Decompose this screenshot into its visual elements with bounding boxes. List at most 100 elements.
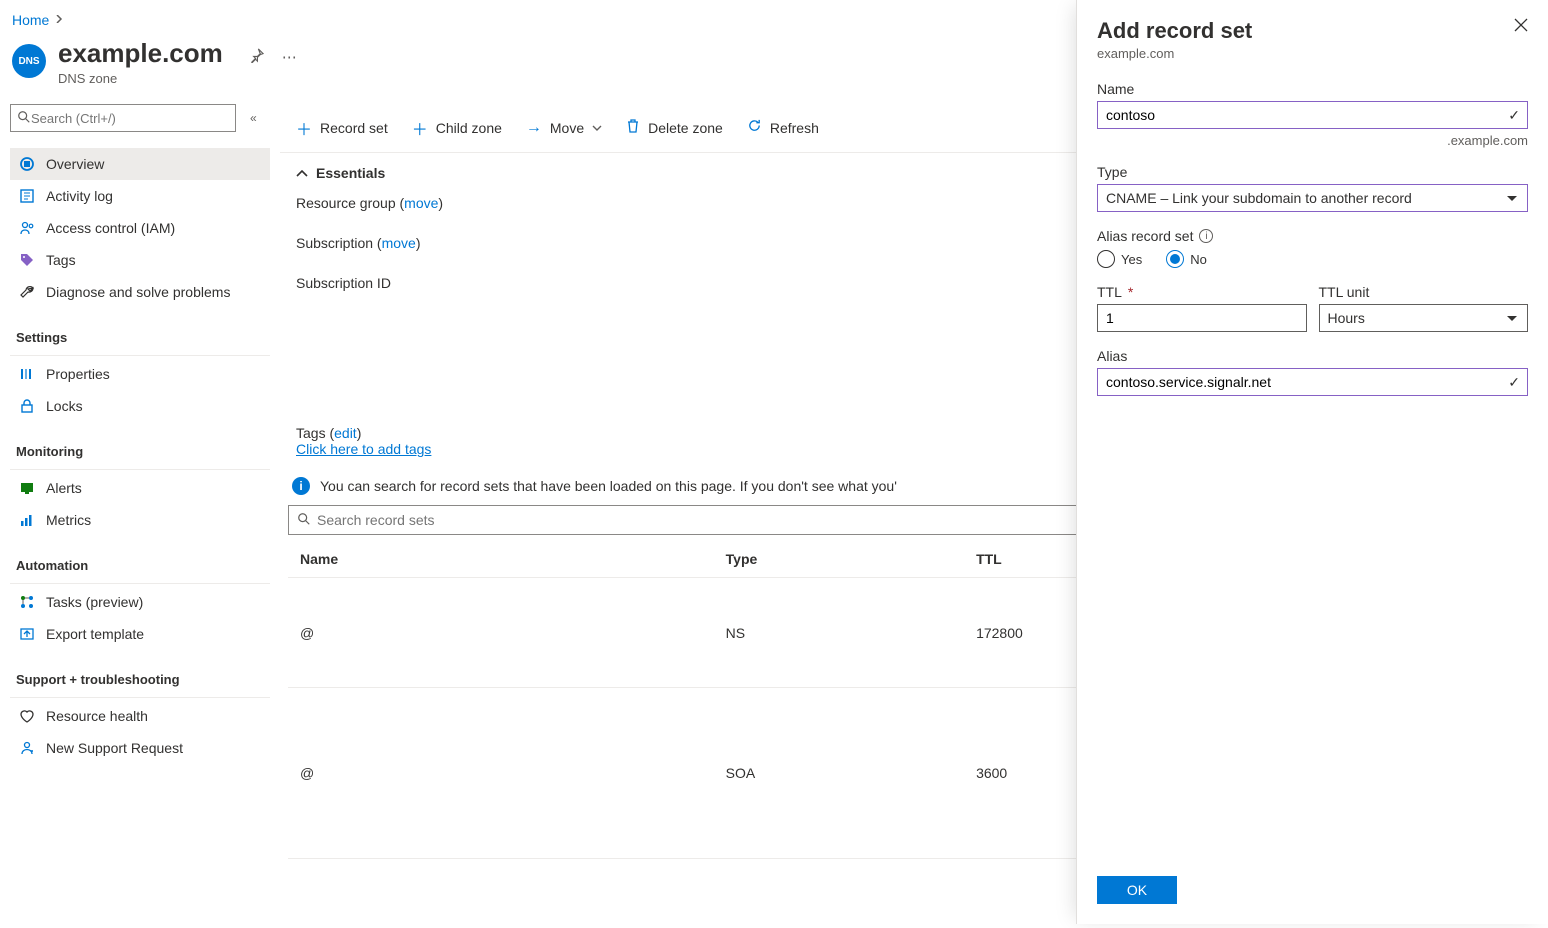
alias-label: Alias [1097, 348, 1528, 364]
delete-zone-button[interactable]: Delete zone [626, 118, 723, 139]
sidebar-item-health[interactable]: Resource health [10, 700, 270, 732]
ttl-unit-value: Hours [1328, 310, 1365, 326]
ttl-unit-label: TTL unit [1319, 284, 1529, 300]
refresh-label: Refresh [770, 120, 819, 136]
subscription-move-link[interactable]: move [382, 235, 416, 251]
overview-icon [18, 156, 36, 172]
ttl-label: TTL* [1097, 284, 1307, 300]
cell-name: @ [288, 688, 714, 859]
sidebar-item-label: New Support Request [46, 740, 183, 756]
sidebar-item-label: Overview [46, 156, 104, 172]
sidebar-item-tags[interactable]: Tags [10, 244, 270, 276]
resource-group-move-link[interactable]: move [404, 195, 438, 211]
sidebar-item-label: Locks [46, 398, 83, 414]
check-icon: ✓ [1508, 107, 1520, 124]
yes-label: Yes [1121, 252, 1142, 267]
collapse-sidebar-icon[interactable]: « [250, 111, 257, 125]
nav-section-title: Automation [10, 552, 270, 579]
plus-icon: ＋ [296, 116, 312, 140]
plus-icon: ＋ [412, 116, 428, 140]
export-icon [18, 626, 36, 642]
alias-yes-radio[interactable]: Yes [1097, 250, 1142, 268]
delete-zone-label: Delete zone [648, 120, 723, 136]
sidebar-item-label: Tasks (preview) [46, 594, 143, 610]
col-type[interactable]: Type [714, 541, 964, 578]
alias-no-radio[interactable]: No [1166, 250, 1207, 268]
move-icon: → [526, 119, 542, 137]
sidebar-item-label: Export template [46, 626, 144, 642]
ttl-unit-select[interactable]: Hours [1319, 304, 1529, 332]
type-value: CNAME – Link your subdomain to another r… [1106, 190, 1412, 206]
help-icon[interactable]: i [1199, 229, 1213, 243]
check-icon: ✓ [1508, 374, 1520, 391]
nav-section-title: Support + troubleshooting [10, 666, 270, 693]
sidebar-item-export[interactable]: Export template [10, 618, 270, 650]
sidebar-item-tasks[interactable]: Tasks (preview) [10, 586, 270, 618]
col-name[interactable]: Name [288, 541, 714, 578]
ok-button[interactable]: OK [1097, 876, 1177, 904]
sidebar-search[interactable] [10, 104, 236, 132]
sidebar-item-iam[interactable]: Access control (IAM) [10, 212, 270, 244]
essentials-heading: Essentials [316, 165, 385, 181]
record-set-button[interactable]: ＋ Record set [296, 116, 388, 140]
sidebar-item-label: Activity log [46, 188, 113, 204]
sidebar-item-alerts[interactable]: Alerts [10, 472, 270, 504]
search-icon [17, 110, 31, 127]
search-icon [297, 512, 311, 529]
more-icon[interactable]: ⋯ [282, 48, 297, 67]
ttl-input[interactable] [1097, 304, 1307, 332]
sidebar-item-label: Metrics [46, 512, 91, 528]
sidebar-item-overview[interactable]: Overview [10, 148, 270, 180]
name-label: Name [1097, 81, 1528, 97]
type-select[interactable]: CNAME – Link your subdomain to another r… [1097, 184, 1528, 212]
breadcrumb-home[interactable]: Home [12, 12, 49, 28]
page-subtitle: DNS zone [58, 71, 223, 86]
name-input[interactable] [1097, 101, 1528, 129]
no-label: No [1190, 252, 1207, 267]
support-icon [18, 740, 36, 756]
locks-icon [18, 398, 36, 414]
sidebar-item-label: Alerts [46, 480, 82, 496]
sidebar-item-label: Resource health [46, 708, 148, 724]
sidebar-item-activity[interactable]: Activity log [10, 180, 270, 212]
sidebar-search-input[interactable] [31, 111, 229, 126]
sidebar-item-label: Access control (IAM) [46, 220, 175, 236]
metrics-icon [18, 512, 36, 528]
tags-label: Tags (edit) [296, 425, 361, 441]
record-set-label: Record set [320, 120, 388, 136]
sidebar-item-properties[interactable]: Properties [10, 358, 270, 390]
tasks-icon [18, 594, 36, 610]
nav-section-title: Monitoring [10, 438, 270, 465]
dns-zone-icon: DNS [12, 44, 46, 78]
sidebar-item-support[interactable]: New Support Request [10, 732, 270, 764]
properties-icon [18, 366, 36, 382]
pin-icon[interactable] [249, 48, 264, 67]
sidebar-item-label: Properties [46, 366, 110, 382]
add-tags-link[interactable]: Click here to add tags [296, 441, 431, 457]
sidebar-item-metrics[interactable]: Metrics [10, 504, 270, 536]
health-icon [18, 708, 36, 724]
child-zone-button[interactable]: ＋ Child zone [412, 116, 502, 140]
chevron-up-icon [296, 165, 308, 181]
sidebar-item-label: Tags [46, 252, 76, 268]
type-label: Type [1097, 164, 1528, 180]
close-icon[interactable] [1514, 18, 1528, 37]
move-button[interactable]: → Move [526, 119, 602, 137]
panel-subtitle: example.com [1097, 46, 1252, 61]
tags-edit-link[interactable]: edit [334, 425, 357, 441]
chevron-down-icon [592, 123, 602, 134]
name-suffix: .example.com [1097, 133, 1528, 148]
cell-type: SOA [714, 688, 964, 859]
sidebar-item-diagnose[interactable]: Diagnose and solve problems [10, 276, 270, 308]
sidebar-item-label: Diagnose and solve problems [46, 284, 230, 300]
cell-name: @ [288, 578, 714, 688]
refresh-button[interactable]: Refresh [747, 118, 819, 138]
iam-icon [18, 220, 36, 236]
info-icon: i [292, 477, 310, 495]
sidebar-item-locks[interactable]: Locks [10, 390, 270, 422]
cell-type: NS [714, 578, 964, 688]
trash-icon [626, 118, 640, 139]
sidebar: « Overview Activity log Access control (IA… [0, 104, 280, 928]
alias-input[interactable] [1097, 368, 1528, 396]
alerts-icon [18, 480, 36, 496]
